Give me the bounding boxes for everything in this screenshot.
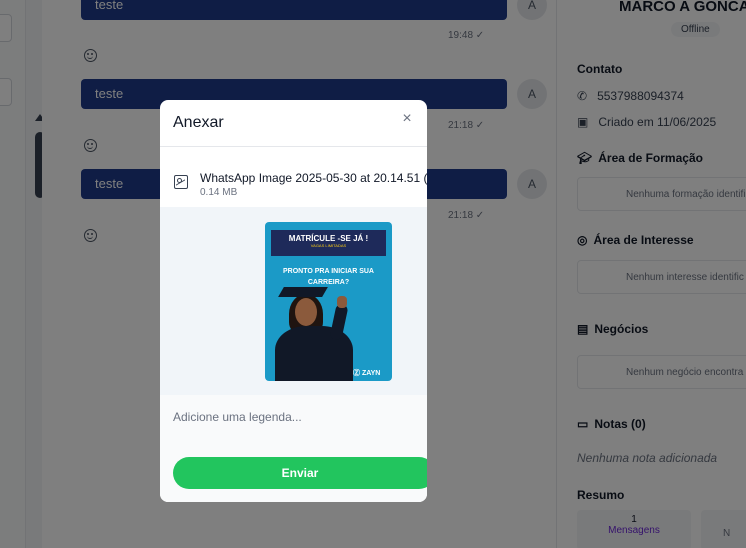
attach-dialog: Anexar × WhatsApp Image 2025-05-30 at 20… [160, 100, 427, 502]
poster-subtitle: PRONTO PRA INICIAR SUA CARREIRA? [282, 268, 374, 286]
file-info: WhatsApp Image 2025-05-30 at 20.14.51 (8… [160, 147, 427, 207]
poster-logo: Ⓩ ZAYN [353, 370, 381, 377]
poster-headline-banner: MATRÍCULE -SE JÁ ! VAGAS LIMITADAS [271, 230, 386, 256]
poster-tag: VAGAS LIMITADAS [310, 243, 347, 248]
send-button[interactable]: Enviar [173, 457, 427, 489]
graduate-fist [337, 296, 347, 308]
file-size: 0.14 MB [200, 187, 238, 198]
image-preview-area: MATRÍCULE -SE JÁ ! VAGAS LIMITADAS PRONT… [160, 207, 427, 395]
caption-placeholder: Adicione uma legenda... [173, 410, 302, 424]
close-icon[interactable]: × [400, 111, 414, 127]
image-preview: MATRÍCULE -SE JÁ ! VAGAS LIMITADAS PRONT… [265, 222, 392, 381]
caption-field[interactable]: Adicione uma legenda... Enviar [160, 395, 427, 502]
graduation-cap [278, 287, 328, 297]
dialog-title: Anexar [173, 114, 224, 131]
poster-headline: MATRÍCULE -SE JÁ ! [288, 234, 369, 243]
graduate-face [295, 298, 317, 326]
file-name: WhatsApp Image 2025-05-30 at 20.14.51 (8 [200, 171, 427, 185]
image-file-icon [174, 175, 188, 189]
